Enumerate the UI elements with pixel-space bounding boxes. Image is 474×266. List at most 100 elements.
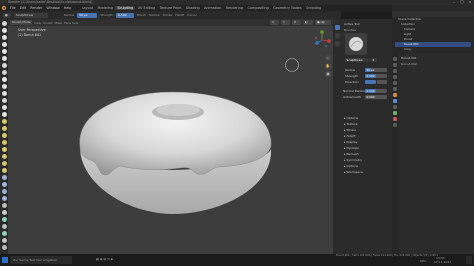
cursor-menu[interactable]: Cursor: [187, 13, 197, 17]
panel-workspace[interactable]: ▸ Workspace: [344, 170, 363, 174]
normal-radius-slider[interactable]: 0.500: [365, 89, 387, 93]
material-tab-icon[interactable]: [393, 117, 397, 121]
clay-strips-tool-icon[interactable]: [1, 42, 7, 47]
tab-layout[interactable]: Layout: [79, 6, 95, 10]
clay-thumb-tool-icon[interactable]: [1, 49, 7, 54]
boundary-tool-icon[interactable]: [1, 182, 7, 187]
viewport-menu-view[interactable]: View: [34, 21, 41, 25]
tab-view[interactable]: [334, 33, 340, 38]
panel-options[interactable]: ▸ Options: [344, 116, 358, 120]
clock-date[interactable]: 17.11.2021: [434, 260, 451, 264]
tab-shading[interactable]: Shading: [184, 6, 202, 10]
viewport-menu-face-sets[interactable]: Face Sets: [64, 21, 78, 25]
panel-symmetry[interactable]: ▸ Symmetry: [344, 158, 362, 162]
flatten-tool-icon[interactable]: [1, 91, 7, 96]
panel-stroke[interactable]: ▸ Stroke: [344, 128, 356, 132]
strength-field[interactable]: 0.500: [116, 12, 135, 18]
brush-icon[interactable]: ●: [3, 12, 11, 18]
snake-hook-tool-icon[interactable]: [1, 140, 7, 145]
scrape-tool-icon[interactable]: [1, 105, 7, 110]
outliner-item-camera[interactable]: Camera: [395, 27, 471, 32]
inflate-tool-icon[interactable]: [1, 63, 7, 68]
y-mirror-toggle[interactable]: Y: [281, 20, 290, 25]
box-trim-tool-icon[interactable]: [1, 238, 7, 243]
output-tab-icon[interactable]: [393, 69, 397, 73]
view-layer-tab-icon[interactable]: [393, 75, 397, 79]
menu-edit[interactable]: Edit: [18, 6, 29, 10]
stroke-menu[interactable]: Stroke: [163, 13, 173, 17]
outliner-item-icing[interactable]: Icing: [395, 47, 471, 52]
falloff-menu[interactable]: Falloff: [175, 13, 184, 17]
smooth-tool-icon[interactable]: [1, 84, 7, 89]
clay-tool-icon[interactable]: [1, 35, 7, 40]
navigation-gizmo-icon[interactable]: [312, 30, 332, 52]
panel-texture[interactable]: ▸ Texture: [344, 122, 357, 126]
outliner-item-collection[interactable]: Collection: [395, 22, 471, 27]
direction-subtract-button[interactable]: [376, 80, 387, 84]
hand-icon[interactable]: ✋: [325, 63, 331, 69]
zoom-icon[interactable]: ⌕: [325, 55, 331, 61]
donut-mesh[interactable]: [68, 74, 278, 234]
tab-tool[interactable]: [334, 25, 340, 30]
tab-rendering[interactable]: Rendering: [224, 6, 246, 10]
brush-field[interactable]: SculptDraw: [345, 58, 369, 62]
taskbar-search-input[interactable]: Zur Suche Text hier eingeben: [10, 256, 72, 264]
direction-toggle[interactable]: [365, 80, 387, 84]
multires-tool-icon[interactable]: [1, 112, 7, 117]
texture-tab-icon[interactable]: [393, 123, 397, 127]
box-face-set-tool-icon[interactable]: [1, 231, 7, 236]
scene-tab-icon[interactable]: [393, 81, 397, 85]
autosmooth-slider[interactable]: 0.000: [365, 95, 387, 99]
blob-tool-icon[interactable]: [1, 70, 7, 75]
object-name[interactable]: Donut.001: [401, 56, 417, 60]
thumb-tool-icon[interactable]: [1, 147, 7, 152]
tab-scripting[interactable]: Scripting: [304, 6, 323, 10]
nudge-tool-icon[interactable]: [1, 161, 7, 166]
box-hide-tool-icon[interactable]: [1, 224, 7, 229]
radius-slider[interactable]: 50 px: [365, 68, 387, 72]
overlay-toggle[interactable]: ◐: [303, 20, 313, 25]
data-tab-icon[interactable]: [393, 111, 397, 115]
viewport-menu-mask[interactable]: Mask: [55, 21, 63, 25]
render-tab-icon[interactable]: [393, 63, 397, 67]
tab-animation[interactable]: Animation: [202, 6, 224, 10]
camera-icon[interactable]: ▣: [325, 71, 331, 77]
physics-tab-icon[interactable]: [393, 105, 397, 109]
windows-start-icon[interactable]: [2, 257, 8, 263]
tab-geometry-nodes[interactable]: Geometry Nodes: [271, 6, 304, 10]
tab-modeling[interactable]: Modeling: [95, 6, 115, 10]
box-mask-tool-icon[interactable]: [1, 217, 7, 222]
texture-menu[interactable]: Texture: [149, 13, 160, 17]
panel-dyntopo[interactable]: ▸ Dyntopo: [344, 146, 359, 150]
outliner-item-light[interactable]: Light: [395, 32, 471, 37]
keyboard-language[interactable]: DEU: [420, 259, 426, 263]
taskbar-app-icons[interactable]: ▦ ◉ ▤ ✉ ◆: [96, 257, 113, 261]
strength-slider[interactable]: 0.500: [365, 74, 387, 78]
brush-users[interactable]: 2: [371, 58, 377, 62]
tab-uv-editing[interactable]: UV Editing: [135, 6, 157, 10]
object-tab-icon[interactable]: [393, 93, 397, 97]
3d-viewport[interactable]: Sculpt Mode View Sculpt Mask Face Sets X…: [8, 19, 333, 254]
simplify-tool-icon[interactable]: [1, 196, 7, 201]
pinch-tool-icon[interactable]: [1, 119, 7, 124]
menu-window[interactable]: Window: [44, 6, 61, 10]
draw-sharp-tool-icon[interactable]: [1, 28, 7, 33]
mask-tool-icon[interactable]: [1, 203, 7, 208]
brush-menu[interactable]: Brush: [137, 13, 146, 17]
tab-edit[interactable]: [334, 41, 340, 46]
panel-remesh[interactable]: ▸ Remesh: [344, 152, 359, 156]
brush-selector[interactable]: SculptDraw: [14, 12, 48, 18]
layer-tool-icon[interactable]: [1, 56, 7, 61]
direction-add-button[interactable]: [365, 80, 376, 84]
draw-tool-icon[interactable]: [1, 21, 7, 26]
notifications-icon[interactable]: [466, 256, 472, 264]
mode-selector[interactable]: Sculpt Mode: [10, 20, 32, 25]
radius-field[interactable]: 50 px: [77, 12, 98, 18]
grab-tool-icon[interactable]: [1, 126, 7, 131]
z-mirror-toggle[interactable]: Z: [292, 20, 301, 25]
viewport-menu-sculpt[interactable]: Sculpt: [43, 21, 52, 25]
outliner-item-donut-001[interactable]: Donut.001: [395, 42, 471, 47]
panel-options-2[interactable]: ▸ Options: [344, 164, 358, 168]
fill-tool-icon[interactable]: [1, 98, 7, 103]
panel-falloff[interactable]: ▸ Falloff: [344, 134, 355, 138]
